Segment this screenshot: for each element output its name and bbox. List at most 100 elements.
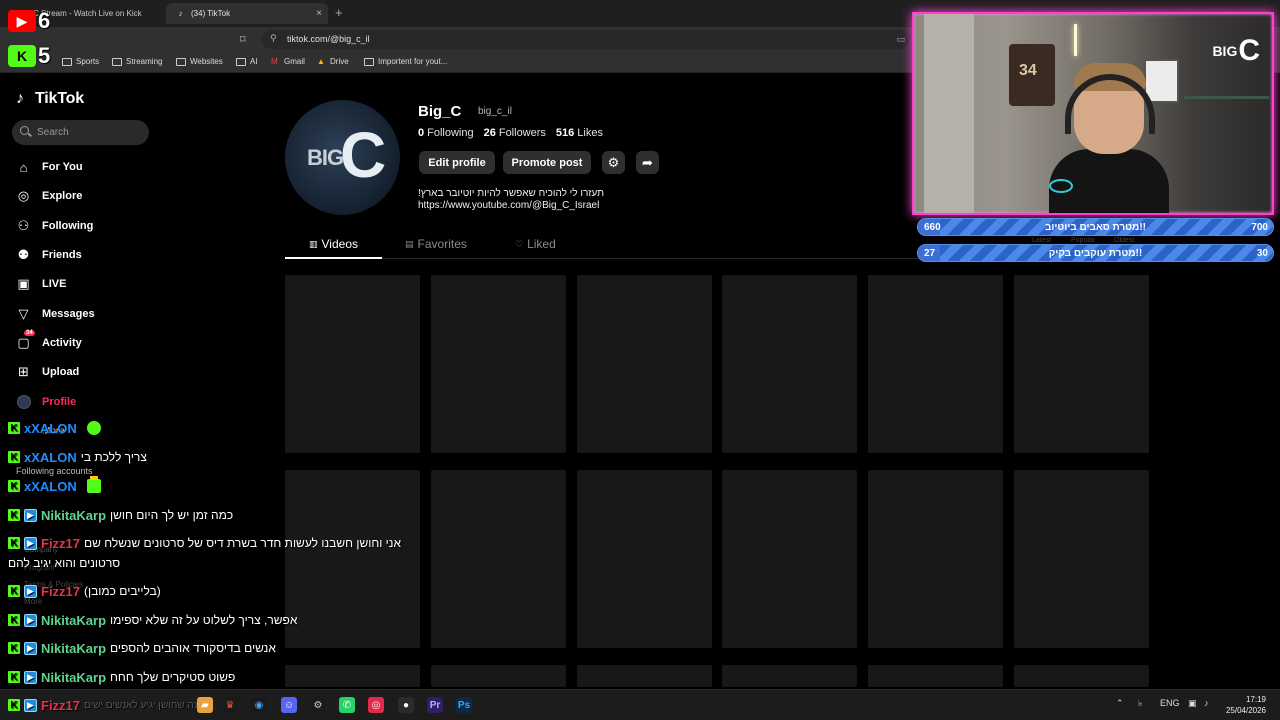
- system-clock[interactable]: 17:19 25/04/2026: [1226, 694, 1266, 716]
- obs-icon[interactable]: ●: [398, 697, 414, 713]
- share-arrow-icon[interactable]: ➦: [636, 151, 659, 174]
- tiktok-logo[interactable]: ♪ TikTok: [16, 90, 84, 108]
- goal-bar-kick: 27 !!מטרת עוקבים בקיק 30: [917, 244, 1274, 262]
- profile-bio: !תעזרו לי להוכיח שאפשר להיות יוטיובר באר…: [418, 188, 605, 199]
- video-tile[interactable]: [1014, 470, 1149, 648]
- url-field[interactable]: ⚲ tiktok.com/@big_c_il ▭: [262, 30, 910, 49]
- chrome-icon[interactable]: ◉: [251, 697, 267, 713]
- file-explorer-icon[interactable]: ▰: [197, 697, 213, 713]
- video-tile[interactable]: [431, 275, 566, 453]
- video-tile[interactable]: [868, 665, 1003, 687]
- bookmark-sports[interactable]: Sports: [62, 57, 99, 66]
- bookmark-star-icon[interactable]: ⌑: [240, 33, 246, 46]
- chat-message: כמה זמן יש לך היום חושן: [110, 508, 234, 522]
- goal-target: 700: [1251, 222, 1268, 233]
- language-indicator[interactable]: ENG: [1160, 698, 1180, 708]
- goal-bar-youtube: 660 !!מטרת סאבים ביוטיוב 700: [917, 218, 1274, 236]
- site-info-icon[interactable]: ⚲: [270, 33, 277, 44]
- new-tab-button[interactable]: +: [335, 5, 343, 20]
- video-tile[interactable]: [285, 665, 420, 687]
- nav-for-you[interactable]: ⌂ For You: [16, 156, 83, 178]
- search-icon: [20, 126, 29, 135]
- goal-title: !!מטרת סאבים ביוטיוב: [1045, 222, 1146, 233]
- folder-icon: [176, 57, 186, 66]
- video-tile[interactable]: [577, 275, 712, 453]
- activity-badge: 34: [24, 330, 35, 336]
- promote-post-button[interactable]: Promote post: [503, 151, 591, 174]
- video-tile[interactable]: [1014, 275, 1149, 453]
- folder-icon: [364, 57, 374, 66]
- following-stat[interactable]: 0 Following: [418, 127, 474, 139]
- profile-username: Big_C: [418, 103, 462, 120]
- sub-badge-icon: ▶: [24, 641, 37, 655]
- edit-profile-button[interactable]: Edit profile: [419, 151, 495, 174]
- discord-icon[interactable]: ☺: [281, 697, 297, 713]
- sub-badge-icon: ▶: [24, 536, 37, 550]
- bookmark-drive[interactable]: ▲ Drive: [317, 57, 349, 66]
- app-red-icon[interactable]: ◎: [368, 697, 384, 713]
- photoshop-icon[interactable]: Ps: [456, 697, 472, 713]
- tab-favorites[interactable]: ▤ Favorites: [405, 237, 467, 251]
- followers-stat[interactable]: 26 Followers: [484, 127, 546, 139]
- kick-icon: K: [8, 671, 20, 683]
- kick-viewer-count: 5: [38, 43, 51, 68]
- nav-live[interactable]: ▣ LIVE: [16, 273, 66, 295]
- sort-latest[interactable]: Latest: [1032, 237, 1051, 244]
- volume-icon[interactable]: ♪: [1204, 698, 1209, 708]
- video-tile[interactable]: [431, 470, 566, 648]
- nav-following[interactable]: ⚇ Following: [16, 215, 94, 237]
- close-tab-icon[interactable]: ×: [316, 8, 322, 19]
- nav-messages[interactable]: ▽ Messages: [16, 303, 95, 325]
- following-icon: ⚇: [17, 218, 30, 233]
- nav-activity[interactable]: ▢ 34 Activity: [16, 330, 82, 354]
- microphone-icon[interactable]: ♭: [1138, 698, 1142, 709]
- big-c-logo: BIG C: [1212, 34, 1260, 67]
- nav-profile[interactable]: Profile: [16, 391, 76, 413]
- tray-expand-icon[interactable]: ⌃: [1116, 698, 1124, 709]
- bookmark-gmail[interactable]: M Gmail: [271, 57, 305, 66]
- tab-liked[interactable]: ♡ Liked: [515, 237, 556, 251]
- tab-videos[interactable]: ▥ Videos: [309, 237, 358, 251]
- home-icon: ⌂: [19, 159, 28, 175]
- cast-icon[interactable]: ▭: [896, 34, 905, 45]
- nav-upload[interactable]: ⊞ Upload: [16, 361, 79, 383]
- nav-explore[interactable]: ◎ Explore: [16, 185, 83, 207]
- bookmark-streaming[interactable]: Streaming: [112, 57, 162, 66]
- sort-popular[interactable]: Popular: [1071, 237, 1095, 244]
- webcam-shelf: [1184, 96, 1269, 99]
- video-tile[interactable]: [722, 665, 857, 687]
- sort-oldest[interactable]: Oldest: [1114, 237, 1134, 244]
- chat-message: (בלייבים כמובן): [84, 584, 161, 598]
- goal-title: !!מטרת עוקבים בקיק: [1048, 248, 1143, 259]
- tiktok-wordmark: TikTok: [35, 90, 84, 107]
- settings-gear-icon[interactable]: ⚙: [602, 151, 625, 174]
- bookmark-importent[interactable]: Importent for yout...: [364, 57, 447, 66]
- search-input[interactable]: Search: [12, 120, 149, 145]
- chat-message-continuation: סרטונים והוא יגיב להם: [8, 556, 121, 570]
- video-tile[interactable]: [577, 665, 712, 687]
- profile-link[interactable]: https://www.youtube.com/@Big_C_Israel: [418, 200, 599, 211]
- nav-friends[interactable]: ⚉ Friends: [16, 244, 82, 266]
- whatsapp-icon[interactable]: ✆: [339, 697, 355, 713]
- bookmark-ai[interactable]: AI: [236, 57, 258, 66]
- network-icon[interactable]: ▣: [1188, 698, 1197, 709]
- video-tile[interactable]: [722, 275, 857, 453]
- sub-badge-icon: ▶: [24, 613, 37, 627]
- premiere-icon[interactable]: Pr: [427, 697, 443, 713]
- bookmark-websites[interactable]: Websites: [176, 57, 223, 66]
- video-tile[interactable]: [285, 470, 420, 648]
- video-tile[interactable]: [285, 275, 420, 453]
- video-tile[interactable]: [722, 470, 857, 648]
- video-tile[interactable]: [431, 665, 566, 687]
- video-tile[interactable]: [1014, 665, 1149, 687]
- settings-icon[interactable]: ⚙: [310, 697, 326, 713]
- brave-icon[interactable]: ♛: [222, 697, 238, 713]
- video-tile[interactable]: [868, 470, 1003, 648]
- tab-tiktok[interactable]: ♪ (34) TikTok ×: [166, 3, 328, 24]
- video-tile[interactable]: [868, 275, 1003, 453]
- video-tile[interactable]: [577, 470, 712, 648]
- kick-icon: K: [8, 509, 20, 521]
- profile-stats: 0 Following 26 Followers 516 Likes: [418, 127, 603, 139]
- profile-avatar[interactable]: BIG C: [285, 100, 400, 215]
- tiktok-favicon-icon: ♪: [178, 9, 183, 18]
